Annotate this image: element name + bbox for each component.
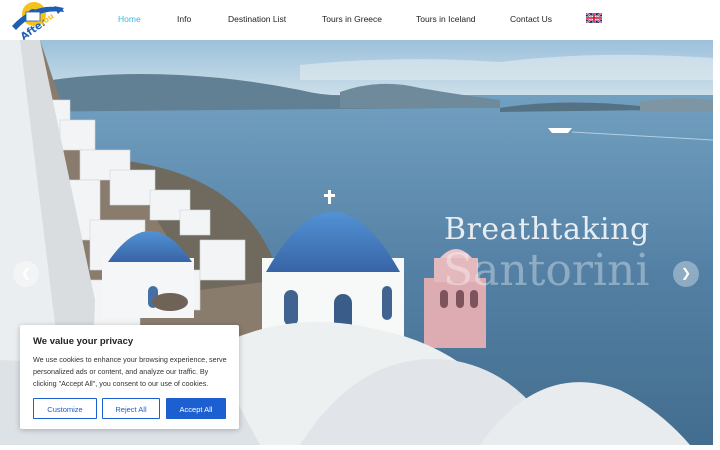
main-nav: Home Info Destination List Tours in Gree… bbox=[0, 0, 720, 40]
chevron-left-icon: ❮ bbox=[20, 266, 32, 280]
nav-contact-us[interactable]: Contact Us bbox=[510, 14, 552, 24]
slider-next-button[interactable]: ❯ bbox=[673, 261, 699, 287]
nav-home[interactable]: Home bbox=[118, 14, 141, 24]
customize-button[interactable]: Customize bbox=[33, 398, 97, 419]
uk-flag-icon[interactable] bbox=[586, 13, 602, 23]
accept-all-button[interactable]: Accept All bbox=[166, 398, 226, 419]
hero-subtitle: Santorini bbox=[443, 245, 650, 296]
cookie-title: We value your privacy bbox=[33, 336, 134, 347]
cookie-description: We use cookies to enhance your browsing … bbox=[33, 355, 227, 388]
reject-all-button[interactable]: Reject All bbox=[102, 398, 160, 419]
cookie-consent-dialog: We value your privacy We use cookies to … bbox=[20, 325, 239, 429]
site-header: After You Home Info Destination List Tou… bbox=[0, 0, 720, 43]
nav-destination-list[interactable]: Destination List bbox=[228, 14, 286, 24]
hero-title: Breathtaking bbox=[444, 212, 650, 247]
chevron-right-icon: ❯ bbox=[680, 266, 692, 280]
nav-tours-greece[interactable]: Tours in Greece bbox=[322, 14, 382, 24]
nav-info[interactable]: Info bbox=[177, 14, 191, 24]
slider-prev-button[interactable]: ❮ bbox=[13, 261, 39, 287]
nav-tours-iceland[interactable]: Tours in Iceland bbox=[416, 14, 476, 24]
